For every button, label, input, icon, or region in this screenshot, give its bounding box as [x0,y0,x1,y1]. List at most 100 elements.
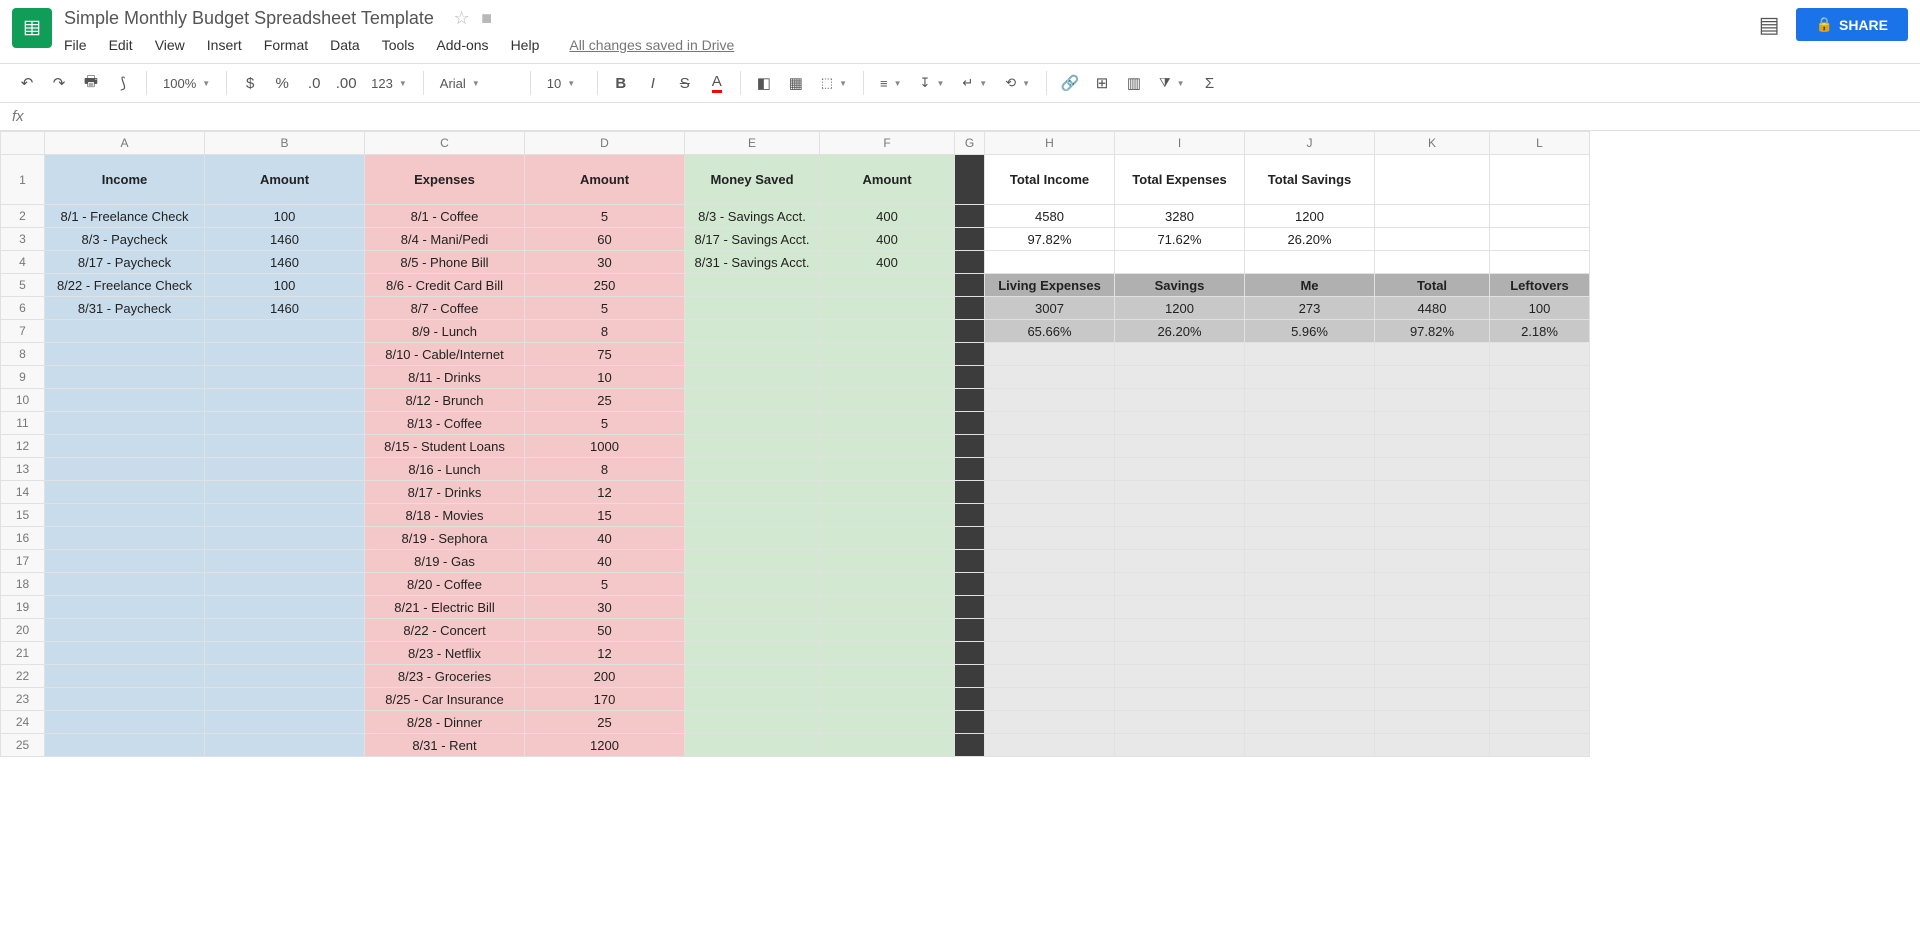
doc-title[interactable]: Simple Monthly Budget Spreadsheet Templa… [64,8,434,29]
cell-K11[interactable] [1375,412,1490,435]
cell-E2[interactable]: 8/3 - Savings Acct. [685,205,820,228]
cell-I3[interactable]: 71.62% [1115,228,1245,251]
cell-H21[interactable] [985,642,1115,665]
cell-A5[interactable]: 8/22 - Freelance Check [45,274,205,297]
cell-G24[interactable] [955,711,985,734]
cell-L14[interactable] [1490,481,1590,504]
cell-L21[interactable] [1490,642,1590,665]
cell-K8[interactable] [1375,343,1490,366]
increase-decimal-icon[interactable]: .00 [331,68,361,98]
cell-G25[interactable] [955,734,985,757]
row-header-19[interactable]: 19 [1,596,45,619]
cell-J6[interactable]: 273 [1245,297,1375,320]
text-wrap-icon[interactable]: ↵▼ [954,68,995,98]
cell-F12[interactable] [820,435,955,458]
col-header-F[interactable]: F [820,132,955,155]
cell-E4[interactable]: 8/31 - Savings Acct. [685,251,820,274]
cell-F5[interactable] [820,274,955,297]
cell-C10[interactable]: 8/12 - Brunch [365,389,525,412]
row-header-20[interactable]: 20 [1,619,45,642]
cell-D7[interactable]: 8 [525,320,685,343]
cell-J2[interactable]: 1200 [1245,205,1375,228]
cell-G16[interactable] [955,527,985,550]
cell-L1[interactable] [1490,155,1590,205]
cell-I14[interactable] [1115,481,1245,504]
cell-I8[interactable] [1115,343,1245,366]
insert-chart-icon[interactable]: ▥ [1119,68,1149,98]
cell-K15[interactable] [1375,504,1490,527]
row-header-8[interactable]: 8 [1,343,45,366]
cell-C5[interactable]: 8/6 - Credit Card Bill [365,274,525,297]
cell-K19[interactable] [1375,596,1490,619]
cell-A20[interactable] [45,619,205,642]
cell-I16[interactable] [1115,527,1245,550]
cell-E10[interactable] [685,389,820,412]
cell-H16[interactable] [985,527,1115,550]
undo-icon[interactable]: ↶ [12,68,42,98]
cell-L18[interactable] [1490,573,1590,596]
row-header-14[interactable]: 14 [1,481,45,504]
cell-B12[interactable] [205,435,365,458]
cell-G11[interactable] [955,412,985,435]
cell-K10[interactable] [1375,389,1490,412]
cell-D15[interactable]: 15 [525,504,685,527]
cell-C18[interactable]: 8/20 - Coffee [365,573,525,596]
cell-A4[interactable]: 8/17 - Paycheck [45,251,205,274]
cell-F21[interactable] [820,642,955,665]
cell-B18[interactable] [205,573,365,596]
cell-I20[interactable] [1115,619,1245,642]
fill-color-icon[interactable]: ◧ [749,68,779,98]
cell-F1[interactable]: Amount [820,155,955,205]
cell-E17[interactable] [685,550,820,573]
cell-K23[interactable] [1375,688,1490,711]
cell-D8[interactable]: 75 [525,343,685,366]
row-header-5[interactable]: 5 [1,274,45,297]
spreadsheet-grid[interactable]: ABCDEFGHIJKL1IncomeAmountExpensesAmountM… [0,131,1920,941]
functions-icon[interactable]: Σ [1195,68,1225,98]
cell-J25[interactable] [1245,734,1375,757]
cell-L11[interactable] [1490,412,1590,435]
cell-K13[interactable] [1375,458,1490,481]
cell-A13[interactable] [45,458,205,481]
currency-icon[interactable]: $ [235,68,265,98]
borders-icon[interactable]: ▦ [781,68,811,98]
cell-H9[interactable] [985,366,1115,389]
cell-F13[interactable] [820,458,955,481]
cell-G1[interactable] [955,155,985,205]
cell-K7[interactable]: 97.82% [1375,320,1490,343]
col-header-C[interactable]: C [365,132,525,155]
cell-A23[interactable] [45,688,205,711]
text-rotate-icon[interactable]: ⟲▼ [997,68,1038,98]
cell-K4[interactable] [1375,251,1490,274]
font-size-select[interactable]: 10▼ [539,68,589,98]
cell-J12[interactable] [1245,435,1375,458]
cell-F16[interactable] [820,527,955,550]
cell-D22[interactable]: 200 [525,665,685,688]
cell-G21[interactable] [955,642,985,665]
cell-B9[interactable] [205,366,365,389]
cell-L23[interactable] [1490,688,1590,711]
cell-G4[interactable] [955,251,985,274]
cell-L25[interactable] [1490,734,1590,757]
cell-A22[interactable] [45,665,205,688]
cell-I1[interactable]: Total Expenses [1115,155,1245,205]
cell-F8[interactable] [820,343,955,366]
cell-J10[interactable] [1245,389,1375,412]
cell-I11[interactable] [1115,412,1245,435]
cell-C2[interactable]: 8/1 - Coffee [365,205,525,228]
cell-J16[interactable] [1245,527,1375,550]
menu-tools[interactable]: Tools [382,33,425,57]
col-header-L[interactable]: L [1490,132,1590,155]
cell-D3[interactable]: 60 [525,228,685,251]
cell-E15[interactable] [685,504,820,527]
cell-D24[interactable]: 25 [525,711,685,734]
cell-G8[interactable] [955,343,985,366]
percent-icon[interactable]: % [267,68,297,98]
cell-J18[interactable] [1245,573,1375,596]
menu-add-ons[interactable]: Add-ons [436,33,498,57]
cell-B17[interactable] [205,550,365,573]
cell-C3[interactable]: 8/4 - Mani/Pedi [365,228,525,251]
cell-D19[interactable]: 30 [525,596,685,619]
cell-J1[interactable]: Total Savings [1245,155,1375,205]
cell-E11[interactable] [685,412,820,435]
